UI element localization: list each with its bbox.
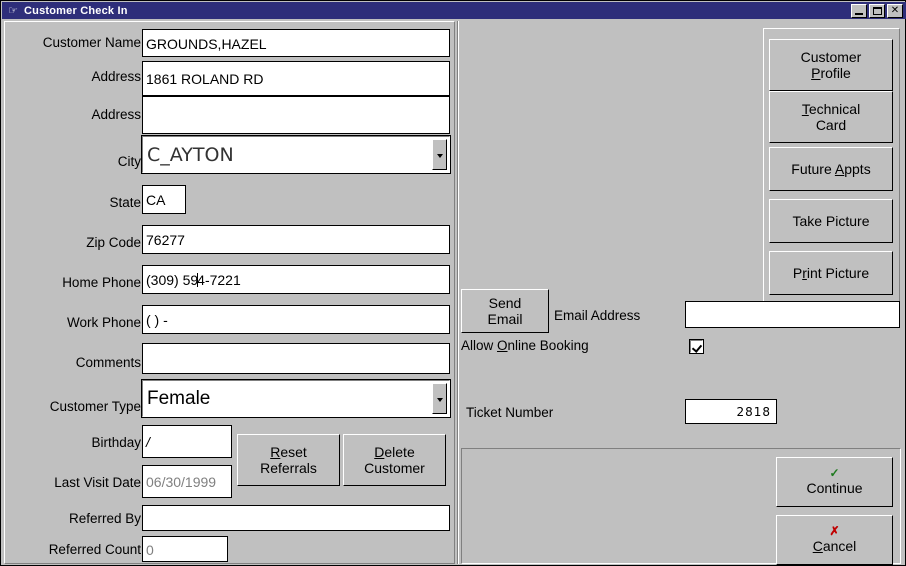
customer-profile-button[interactable]: Customer Profile bbox=[769, 39, 893, 91]
referred-by-input[interactable] bbox=[142, 505, 450, 531]
label-address-1: Address bbox=[91, 69, 141, 84]
send-email-line1: Send bbox=[488, 294, 522, 311]
label-birthday: Birthday bbox=[91, 435, 141, 450]
reset-referrals-line1: Reset bbox=[270, 443, 307, 460]
label-work-phone: Work Phone bbox=[66, 315, 141, 330]
label-zip-code: Zip Code bbox=[86, 235, 141, 250]
maximize-button[interactable] bbox=[869, 3, 885, 18]
allow-online-booking-checkbox[interactable] bbox=[689, 339, 704, 354]
reset-referrals-button[interactable]: Reset Referrals bbox=[237, 434, 340, 486]
cancel-button[interactable]: ✗ Cancel bbox=[776, 515, 893, 565]
zip-code-input[interactable]: 76277 bbox=[142, 225, 450, 254]
technical-card-button[interactable]: Technical Card bbox=[769, 91, 893, 143]
take-picture-button[interactable]: Take Picture bbox=[769, 199, 893, 243]
chevron-down-icon[interactable] bbox=[432, 139, 447, 170]
address-line-1-input[interactable]: 1861 ROLAND RD bbox=[142, 61, 450, 96]
label-home-phone: Home Phone bbox=[62, 275, 141, 290]
delete-customer-button[interactable]: Delete Customer bbox=[343, 434, 446, 486]
chevron-down-icon[interactable] bbox=[432, 383, 447, 414]
app-icon: ☞ bbox=[8, 3, 18, 17]
label-allow-online-booking: Allow Online Booking bbox=[461, 338, 589, 353]
x-icon: ✗ bbox=[829, 523, 840, 538]
customer-type-value: Female bbox=[147, 387, 211, 409]
label-comments: Comments bbox=[75, 355, 141, 370]
continue-label: Continue bbox=[806, 479, 863, 496]
city-combobox[interactable]: C_AYTON bbox=[141, 135, 451, 174]
close-icon: ✕ bbox=[890, 4, 900, 16]
city-value: C_AYTON bbox=[147, 143, 234, 166]
panel-divider bbox=[457, 21, 459, 564]
label-last-visit-date: Last Visit Date bbox=[54, 475, 141, 490]
label-address-2: Address bbox=[91, 107, 141, 122]
take-picture-label: Take Picture bbox=[792, 212, 870, 229]
email-address-input[interactable] bbox=[685, 301, 900, 328]
birthday-input[interactable]: / bbox=[142, 425, 232, 458]
referred-count-input: 0 bbox=[142, 536, 228, 562]
customer-type-combobox[interactable]: Female bbox=[141, 379, 451, 418]
print-picture-label: Print Picture bbox=[792, 264, 870, 281]
check-icon: ✓ bbox=[829, 465, 840, 480]
window-title: Customer Check In bbox=[24, 4, 128, 17]
label-state: State bbox=[109, 195, 141, 210]
label-ticket-number: Ticket Number bbox=[466, 405, 554, 420]
customer-check-in-window: ☞ Customer Check In ✕ Customer Name Addr… bbox=[0, 0, 906, 566]
work-phone-input[interactable]: ( ) - bbox=[142, 305, 450, 334]
customer-name-input[interactable]: GROUNDS,HAZEL bbox=[142, 29, 450, 57]
home-phone-value-after: 4-7221 bbox=[197, 272, 241, 288]
close-button[interactable]: ✕ bbox=[887, 3, 903, 18]
minimize-button[interactable] bbox=[851, 3, 867, 18]
state-input[interactable]: CA bbox=[142, 185, 186, 214]
label-city: City bbox=[117, 154, 141, 169]
customer-profile-line2: Profile bbox=[811, 65, 851, 81]
home-phone-value-before: (309) 59 bbox=[146, 272, 199, 288]
future-appts-label: Future Appts bbox=[791, 160, 871, 177]
label-referred-by: Referred By bbox=[68, 511, 141, 526]
future-appts-button[interactable]: Future Appts bbox=[769, 147, 893, 191]
label-email-address: Email Address bbox=[554, 308, 641, 323]
continue-button[interactable]: ✓ Continue bbox=[776, 457, 893, 507]
label-referred-count: Referred Count bbox=[48, 542, 141, 557]
ticket-number-input[interactable]: 2818 bbox=[685, 399, 777, 424]
print-picture-button[interactable]: Print Picture bbox=[769, 251, 893, 295]
delete-customer-line1: Delete bbox=[374, 443, 415, 460]
comments-input[interactable] bbox=[142, 343, 450, 374]
label-customer-type: Customer Type bbox=[49, 399, 141, 414]
customer-profile-line1: Customer bbox=[800, 48, 862, 65]
send-email-button[interactable]: Send Email bbox=[461, 289, 549, 333]
cancel-label: Cancel bbox=[812, 537, 857, 554]
window-controls: ✕ bbox=[851, 3, 903, 18]
send-email-line2: Email bbox=[487, 311, 523, 327]
home-phone-input[interactable]: (309) 594-7221 bbox=[142, 265, 450, 294]
technical-card-line1: Technical bbox=[801, 100, 861, 117]
title-bar: ☞ Customer Check In ✕ bbox=[2, 2, 906, 19]
label-customer-name: Customer Name bbox=[42, 35, 141, 50]
technical-card-line2: Card bbox=[815, 117, 847, 133]
delete-customer-line2: Customer bbox=[364, 460, 425, 476]
last-visit-date-input: 06/30/1999 bbox=[142, 465, 232, 498]
address-line-2-input[interactable] bbox=[142, 96, 450, 134]
reset-referrals-line2: Referrals bbox=[260, 460, 317, 476]
